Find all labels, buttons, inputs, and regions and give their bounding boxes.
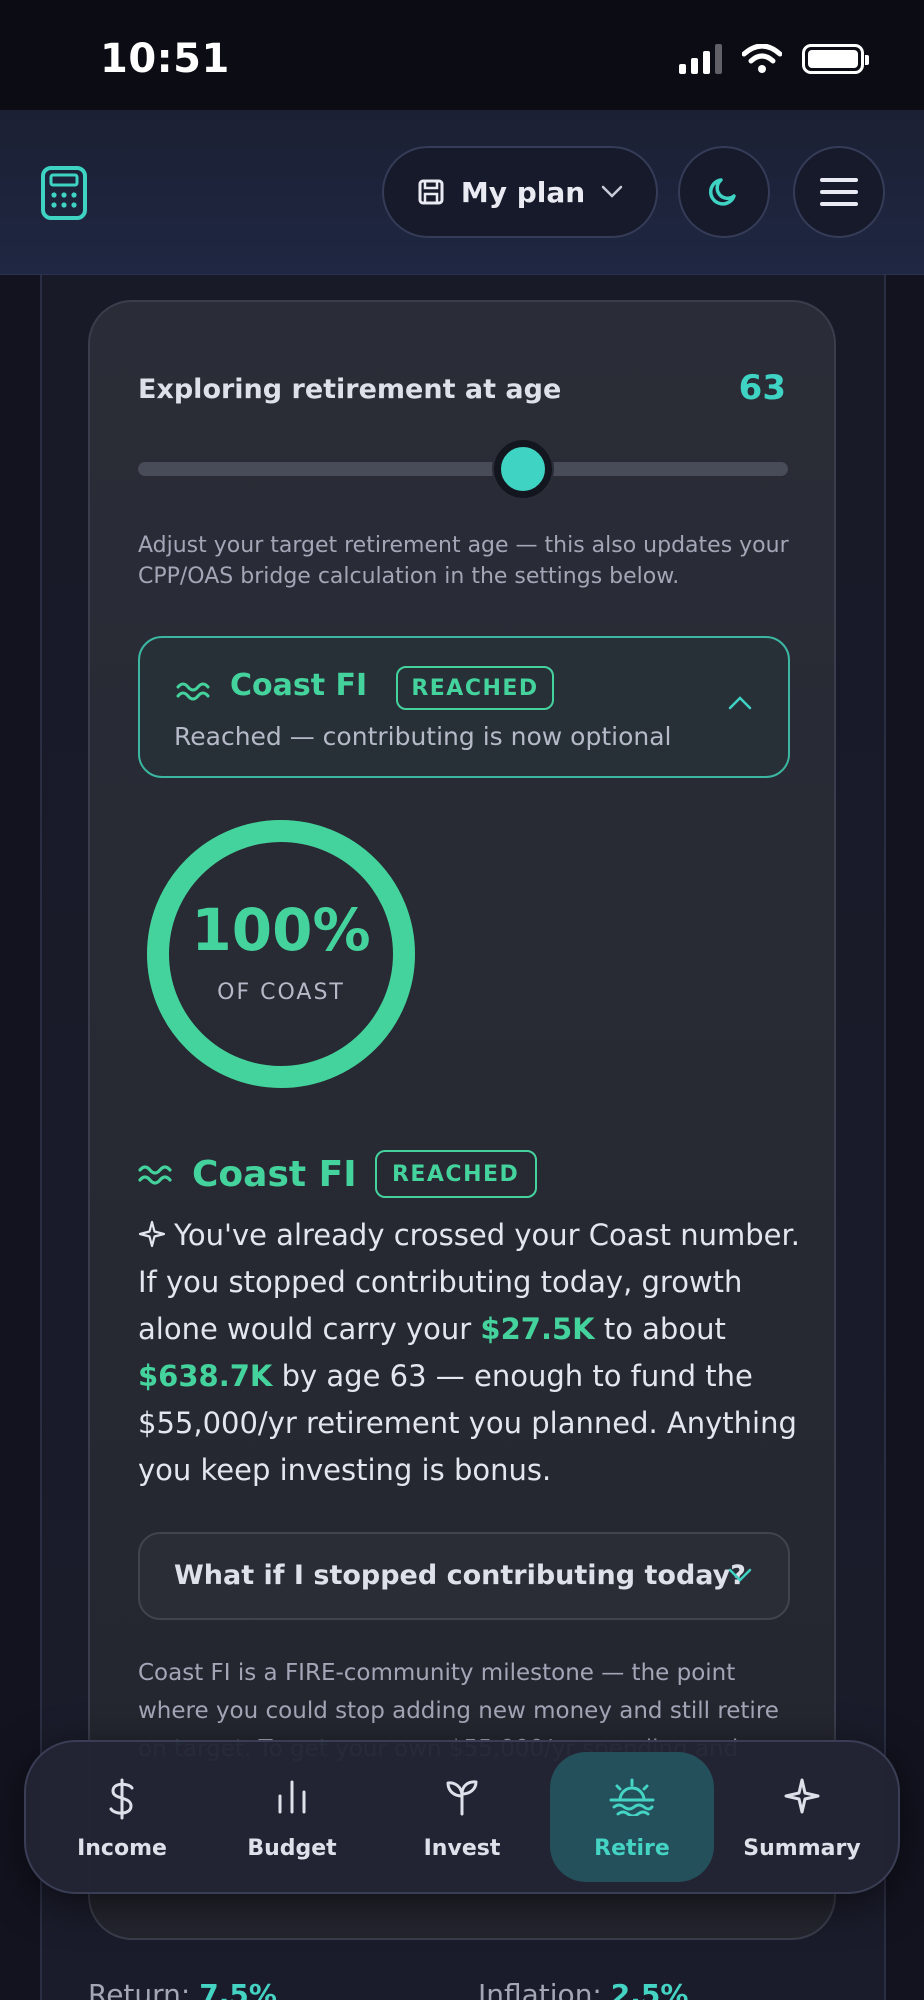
- battery-icon: [802, 44, 864, 74]
- retirement-age-slider-thumb[interactable]: [494, 440, 552, 498]
- calculator-logo-icon[interactable]: [40, 165, 88, 221]
- coast-fi-banner-title: Coast FI: [230, 668, 367, 703]
- app-header: My plan: [0, 110, 924, 275]
- status-time: 10:51: [100, 36, 230, 82]
- coast-explanation: You've already crossed your Coast number…: [138, 1212, 802, 1494]
- coast-fi-banner-subtitle: Reached — contributing is now optional: [174, 722, 672, 751]
- nav-budget-label: Budget: [210, 1836, 374, 1861]
- dollar-icon: [107, 1778, 137, 1820]
- waves-icon: [176, 680, 210, 702]
- hamburger-menu-icon: [819, 176, 859, 208]
- inflation-label: Inflation:: [478, 1978, 602, 2000]
- explore-age-label: Exploring retirement at age: [138, 374, 561, 405]
- coast-text-part2: to about: [595, 1312, 726, 1346]
- current-savings-amount: $27.5K: [480, 1312, 594, 1346]
- projected-amount: $638.7K: [138, 1359, 272, 1393]
- nav-invest[interactable]: Invest: [380, 1752, 544, 1882]
- bar-chart-icon: [275, 1778, 309, 1814]
- status-bar: 10:51: [0, 0, 924, 110]
- coast-percent-label: OF COAST: [145, 980, 417, 1005]
- sparkle-icon: [784, 1778, 820, 1814]
- nav-income-label: Income: [40, 1836, 204, 1861]
- sparkle-icon: [138, 1220, 166, 1248]
- nav-budget[interactable]: Budget: [210, 1752, 374, 1882]
- sprout-icon: [445, 1778, 479, 1816]
- retirement-age-slider[interactable]: [138, 462, 788, 476]
- bottom-nav: Income Budget Invest Retire Summary: [24, 1740, 900, 1894]
- return-setting: Return: 7.5%: [88, 1978, 277, 2000]
- wifi-icon: [742, 44, 782, 74]
- reached-badge: REACHED: [396, 666, 554, 710]
- chevron-down-icon: [601, 185, 623, 199]
- inflation-value: 2.5%: [611, 1978, 689, 2000]
- moon-icon: [706, 174, 742, 210]
- coast-percent: 100%: [145, 896, 417, 964]
- nav-summary-label: Summary: [720, 1836, 884, 1861]
- chevron-down-icon: [728, 1568, 752, 1582]
- chevron-up-icon[interactable]: [728, 696, 752, 710]
- explore-age-value: 63: [739, 368, 786, 408]
- menu-button[interactable]: [793, 146, 885, 238]
- inflation-setting: Inflation: 2.5%: [478, 1978, 688, 2000]
- what-if-label: What if I stopped contributing today?: [174, 1560, 746, 1591]
- nav-invest-label: Invest: [380, 1836, 544, 1861]
- plan-selector-label: My plan: [461, 176, 585, 209]
- nav-income[interactable]: Income: [40, 1752, 204, 1882]
- cellular-signal-icon: [679, 44, 722, 74]
- sunset-icon: [608, 1778, 656, 1816]
- what-if-stop-contributing-accordion[interactable]: What if I stopped contributing today?: [138, 1532, 790, 1620]
- coast-fi-heading: Coast FI REACHED: [138, 1150, 537, 1198]
- slider-hint: Adjust your target retirement age — this…: [138, 530, 798, 592]
- retirement-age-card: Exploring retirement at age 63 Adjust yo…: [88, 300, 836, 1940]
- theme-toggle-button[interactable]: [678, 146, 770, 238]
- coast-fi-title: Coast FI: [192, 1154, 357, 1195]
- return-value: 7.5%: [199, 1978, 277, 2000]
- save-icon: [417, 178, 445, 206]
- coast-progress-ring: 100% OF COAST: [145, 818, 417, 1090]
- nav-retire[interactable]: Retire: [550, 1752, 714, 1882]
- coast-fi-banner[interactable]: Coast FI REACHED Reached — contributing …: [138, 636, 790, 778]
- status-icons: [679, 44, 864, 74]
- return-label: Return:: [88, 1978, 190, 2000]
- reached-badge: REACHED: [375, 1150, 537, 1198]
- plan-selector[interactable]: My plan: [382, 146, 658, 238]
- nav-retire-label: Retire: [550, 1836, 714, 1861]
- waves-icon: [138, 1162, 174, 1186]
- nav-summary[interactable]: Summary: [720, 1752, 884, 1882]
